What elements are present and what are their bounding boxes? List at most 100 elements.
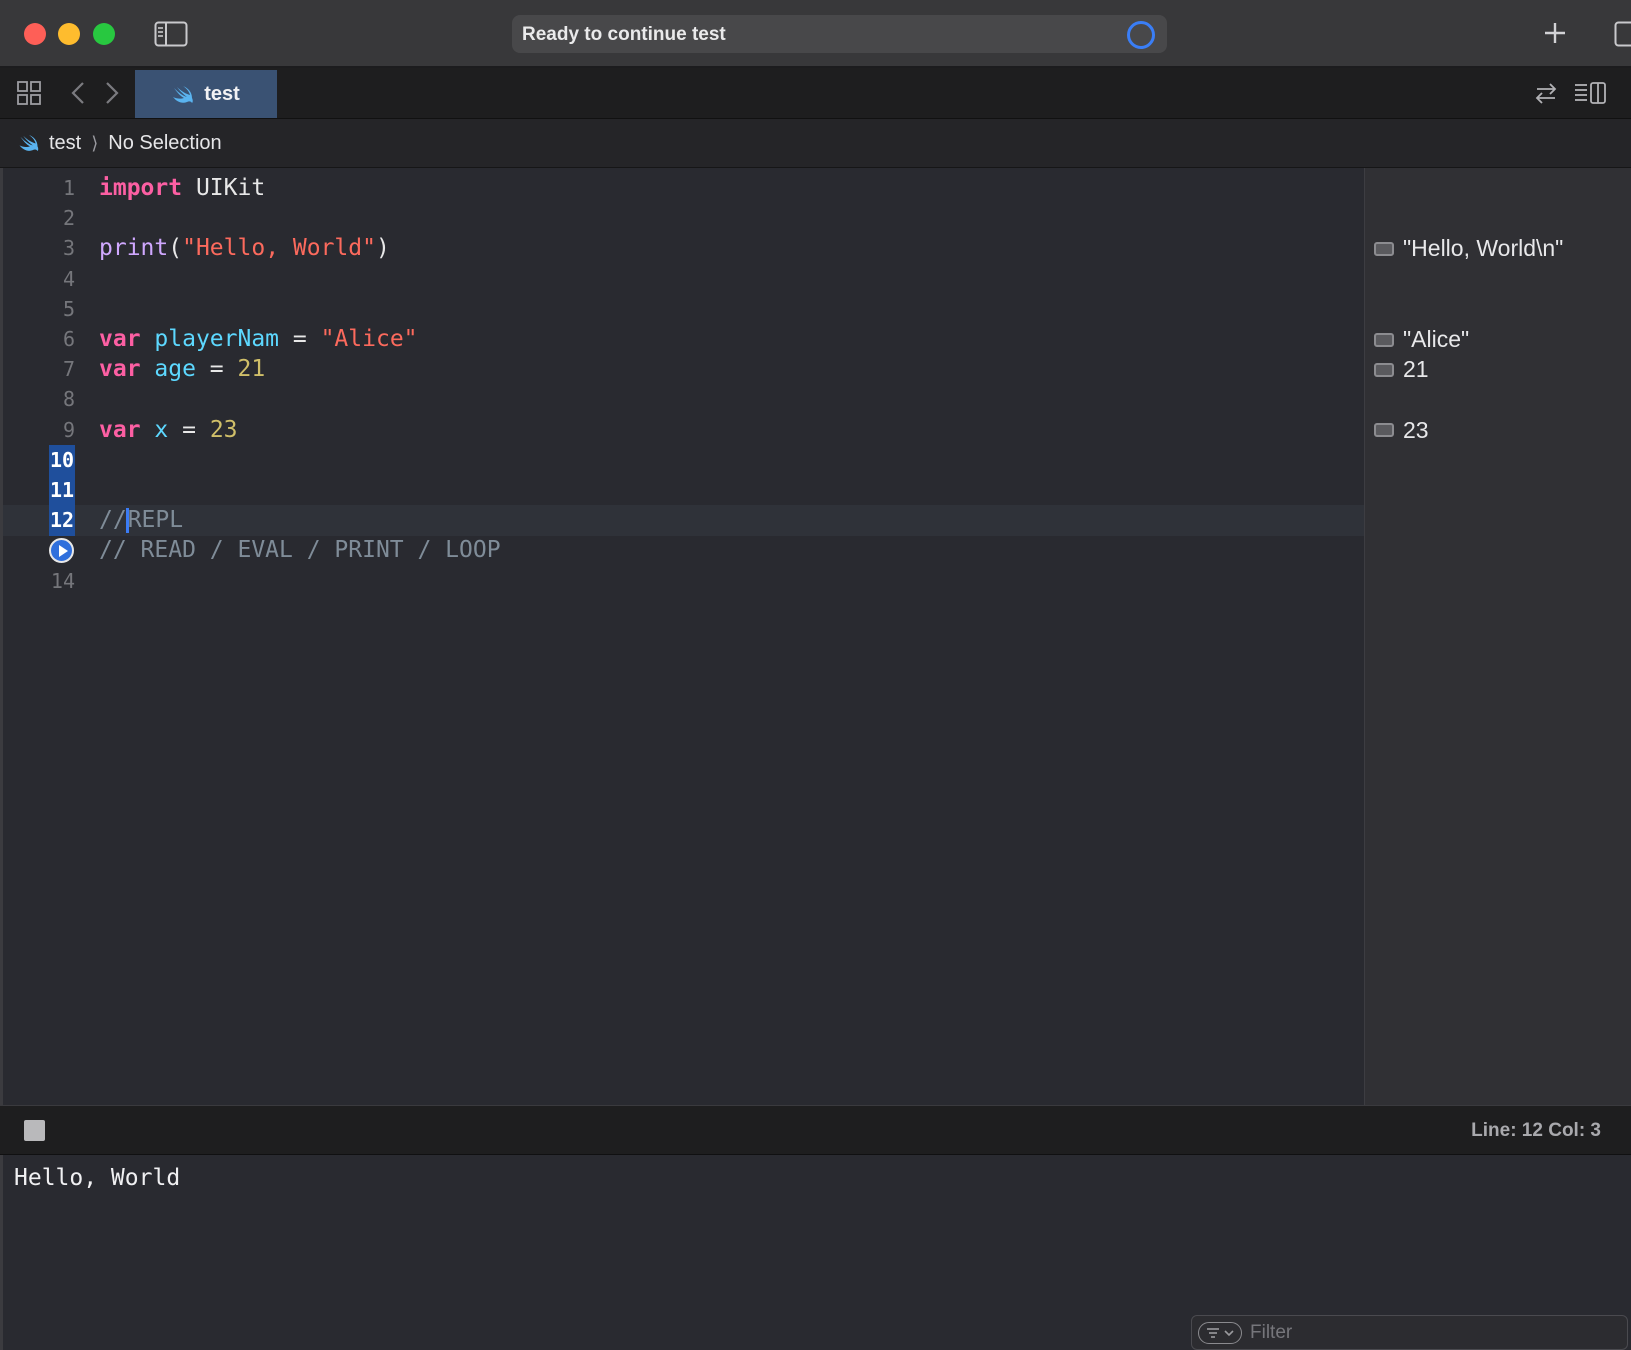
code-token: (	[168, 235, 183, 262]
close-window-button[interactable]	[24, 23, 46, 45]
line-number[interactable]: 7	[47, 354, 75, 385]
quick-look-icon[interactable]	[1374, 423, 1394, 438]
line-number[interactable]: 3	[47, 233, 75, 264]
swap-arrows-icon[interactable]	[1534, 81, 1558, 110]
code-line[interactable]: 14	[3, 566, 1364, 597]
code-text[interactable]: //REPL	[99, 505, 183, 536]
code-line[interactable]: 3 print("Hello, World")	[3, 233, 1364, 264]
code-line[interactable]: 4	[3, 264, 1364, 295]
code-line[interactable]: 8	[3, 384, 1364, 415]
line-number[interactable]: 5	[47, 294, 75, 325]
minimize-window-button[interactable]	[58, 23, 80, 45]
code-text[interactable]: var x = 23	[99, 415, 238, 446]
code-token: UIKit	[182, 175, 266, 201]
results-sidebar	[1364, 168, 1631, 1105]
line-number[interactable]: 6	[47, 324, 75, 355]
result-item[interactable]: 21	[1374, 354, 1429, 385]
forward-chevron-icon[interactable]	[104, 80, 120, 111]
code-token: age	[154, 356, 196, 383]
line-number[interactable]: 9	[47, 415, 75, 446]
tab-label: test	[204, 82, 240, 105]
window-titlebar: Ready to continue test	[0, 0, 1631, 68]
debug-console[interactable]: Hello, World Filter	[0, 1155, 1631, 1350]
code-token: var	[99, 326, 141, 352]
code-text[interactable]: import UIKit	[99, 173, 265, 204]
code-token: =	[168, 416, 210, 443]
tab-test[interactable]: test	[135, 70, 277, 118]
code-token: playerNam	[154, 326, 280, 352]
code-token: print	[99, 235, 169, 262]
quick-look-icon[interactable]	[1374, 362, 1394, 377]
result-value: 21	[1403, 356, 1429, 383]
breadcrumb-file[interactable]: test	[49, 132, 81, 155]
line-number[interactable]: 12	[49, 505, 75, 537]
code-text[interactable]: var playerNam = "Alice"	[99, 324, 418, 355]
code-text[interactable]: var age = 21	[99, 354, 265, 385]
result-value: "Hello, World\n"	[1403, 235, 1564, 262]
code-line[interactable]: 12 //REPL	[3, 505, 1364, 537]
code-token: import	[99, 175, 183, 201]
code-token: 23	[209, 416, 238, 443]
swift-icon	[19, 134, 39, 152]
line-number[interactable]: 2	[47, 203, 75, 234]
quick-look-icon[interactable]	[1374, 241, 1394, 256]
line-number[interactable]: 4	[47, 264, 75, 295]
code-token: "Alice"	[320, 326, 418, 352]
code-text[interactable]: print("Hello, World")	[99, 233, 390, 264]
source-editor[interactable]: 1 import UIKit 2 3 print("Hello, World") 4 5 6 v…	[0, 168, 1364, 1105]
filter-menu-icon[interactable]	[1198, 1322, 1242, 1344]
code-line[interactable]: 10	[3, 444, 1364, 476]
quick-look-icon[interactable]	[1374, 332, 1394, 347]
code-token: =	[195, 356, 238, 383]
cursor-position: Line: 12 Col: 3	[1471, 1120, 1601, 1141]
zoom-window-button[interactable]	[93, 23, 115, 45]
line-number[interactable]: 8	[47, 384, 75, 415]
code-line[interactable]: 6 var playerNam = "Alice"	[3, 324, 1364, 355]
add-library-button[interactable]	[1540, 18, 1570, 48]
code-token: 21	[237, 356, 266, 383]
code-text[interactable]: // READ / EVAL / PRINT / LOOP	[99, 535, 501, 566]
result-value: "Alice"	[1403, 326, 1470, 352]
line-number[interactable]: 10	[49, 444, 75, 476]
code-line[interactable]: // READ / EVAL / PRINT / LOOP	[3, 535, 1364, 566]
navigator-toggle-icon[interactable]	[154, 20, 188, 48]
code-line[interactable]: 11	[3, 475, 1364, 506]
inspector-toggle-icon[interactable]	[1614, 20, 1631, 48]
code-token: "Hello, World"	[182, 235, 376, 262]
swift-icon	[173, 85, 193, 103]
editor-options-icon[interactable]	[1574, 81, 1608, 110]
result-item[interactable]: "Hello, World\n"	[1374, 233, 1563, 264]
code-line[interactable]: 7 var age = 21	[3, 354, 1364, 385]
code-token: =	[279, 326, 321, 352]
line-number[interactable]: 1	[47, 173, 75, 204]
result-item[interactable]: 23	[1374, 415, 1429, 446]
result-item[interactable]: "Alice"	[1374, 324, 1469, 355]
code-line[interactable]: 9 var x = 23	[3, 415, 1364, 446]
related-items-grid-icon[interactable]	[17, 81, 41, 110]
line-number[interactable]: 11	[49, 475, 75, 506]
editor-tab-bar: test	[0, 68, 1631, 119]
activity-viewer: Ready to continue test	[512, 15, 1167, 53]
code-line[interactable]: 5	[3, 294, 1364, 325]
code-line[interactable]: 1 import UIKit	[3, 173, 1364, 204]
breadcrumb-selection[interactable]: No Selection	[108, 132, 221, 155]
code-line[interactable]: 2	[3, 203, 1364, 234]
debug-bar: Line: 12 Col: 3	[0, 1105, 1631, 1155]
console-filter-field[interactable]: Filter	[1191, 1315, 1628, 1350]
run-to-line-button[interactable]	[49, 538, 74, 564]
filter-placeholder: Filter	[1250, 1322, 1293, 1343]
stop-button[interactable]	[24, 1120, 45, 1141]
code-token: //	[99, 507, 127, 534]
console-output: Hello, World	[14, 1165, 181, 1191]
code-token: x	[154, 416, 169, 443]
code-token: // READ / EVAL / PRINT / LOOP	[99, 537, 501, 564]
progress-spinner-icon	[1127, 21, 1155, 49]
activity-status-text: Ready to continue test	[522, 24, 726, 45]
code-token: var	[99, 416, 141, 443]
back-chevron-icon[interactable]	[70, 80, 86, 111]
code-token: )	[375, 235, 390, 262]
line-number[interactable]: 14	[47, 566, 75, 597]
